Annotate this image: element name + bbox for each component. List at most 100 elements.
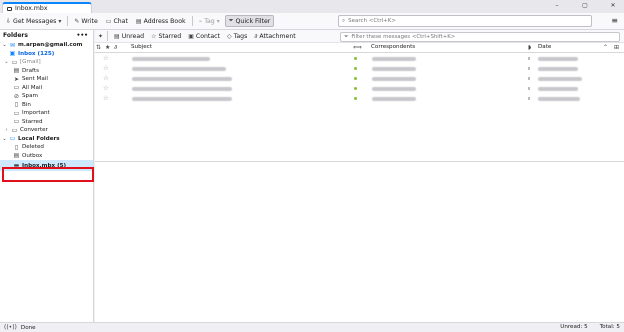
pin-icon[interactable]: ✦ xyxy=(98,33,103,40)
tab-inbox-mbx[interactable]: Inbox.mbx xyxy=(2,2,92,13)
sidebar-item-spam[interactable]: ⊘ Spam xyxy=(0,92,93,101)
search-icon: ⌕ xyxy=(342,17,346,24)
message-preview-divider[interactable] xyxy=(95,161,624,162)
star-column-icon[interactable]: ★ xyxy=(105,44,110,51)
read-status-column-icon[interactable]: ⟺ xyxy=(353,44,362,51)
date-blurred xyxy=(538,56,578,61)
sidebar-item-converter[interactable]: › ▭ Converter xyxy=(0,126,93,135)
subject-blurred xyxy=(132,76,232,81)
sidebar-item-label: [Gmail] xyxy=(20,59,41,66)
get-messages-button[interactable]: ⇩ Get Messages ▾ xyxy=(3,15,64,27)
unread-label: Unread xyxy=(121,32,145,40)
unread-dot[interactable] xyxy=(354,76,357,80)
subject-column-header[interactable]: Subject xyxy=(131,44,152,50)
quick-filter-label: Quick Filter xyxy=(235,17,271,25)
filter-icon: ⏷ xyxy=(228,17,234,24)
get-messages-label: Get Messages xyxy=(13,17,57,25)
correspondents-column-header[interactable]: Correspondents xyxy=(371,44,415,50)
star-icon[interactable]: ☆ xyxy=(103,84,109,92)
junk-status-icon[interactable] xyxy=(528,96,530,100)
search-input[interactable]: ⌕ Search <Ctrl+K> xyxy=(338,15,592,27)
table-row[interactable]: ☆ xyxy=(95,83,624,93)
sort-ascending-icon[interactable]: ⌃ xyxy=(603,44,608,51)
status-text: Done xyxy=(20,324,36,331)
message-pane: ✦ ▤ Unread ☆ Starred ▣ Contact ◇ Tags ∂ … xyxy=(95,30,624,322)
toolbar-divider xyxy=(191,16,193,26)
table-row[interactable]: ☆ xyxy=(95,93,624,103)
star-icon[interactable]: ☆ xyxy=(103,64,109,72)
sidebar-item-important[interactable]: ▭ Important xyxy=(0,109,93,118)
contact-filter-button[interactable]: ▣ Contact xyxy=(186,31,222,41)
sidebar-item-gmail[interactable]: ⌄ ▭ [Gmail] xyxy=(0,58,93,67)
junk-status-icon[interactable] xyxy=(528,66,530,70)
table-row[interactable]: ☆ xyxy=(95,53,624,63)
attachment-column-icon[interactable]: ∂ xyxy=(114,44,117,51)
filter-messages-input[interactable]: ⏷ Filter these messages <Ctrl+Shift+K> xyxy=(340,32,620,42)
chat-icon: ▭ xyxy=(105,17,112,25)
maximize-button[interactable]: ▢ xyxy=(580,2,590,9)
junk-status-icon[interactable] xyxy=(528,86,530,90)
sidebar-item-label: Local Folders xyxy=(18,135,60,142)
minimize-button[interactable]: – xyxy=(552,2,562,9)
table-row[interactable]: ☆ xyxy=(95,73,624,83)
star-icon[interactable]: ☆ xyxy=(103,74,109,82)
menu-icon[interactable]: ≡ xyxy=(611,16,618,25)
sidebar-item-all-mail[interactable]: ▭ All Mail xyxy=(0,84,93,93)
sidebar-item-starred[interactable]: ▭ Starred xyxy=(0,118,93,127)
sidebar-item-inbox[interactable]: ▣ Inbox (125) xyxy=(0,50,93,59)
sidebar-item-label: Sent Mail xyxy=(22,76,48,83)
chevron-down-icon[interactable]: ⌄ xyxy=(4,59,9,65)
chat-button[interactable]: ▭ Chat xyxy=(103,15,131,27)
table-row[interactable]: ☆ xyxy=(95,63,624,73)
sidebar-item-outbox[interactable]: ▤ Outbox xyxy=(0,152,93,161)
tag-label: Tag xyxy=(204,17,215,25)
chevron-down-icon[interactable]: ⌄ xyxy=(2,136,7,142)
sidebar-item-bin[interactable]: ▯ Bin xyxy=(0,101,93,110)
unread-filter-button[interactable]: ▤ Unread xyxy=(112,31,146,41)
star-icon[interactable]: ☆ xyxy=(103,54,109,62)
junk-status-icon[interactable] xyxy=(528,76,530,80)
sidebar-item-deleted[interactable]: ▯ Deleted xyxy=(0,143,93,152)
unread-dot[interactable] xyxy=(354,66,357,70)
sidebar-item-sent-mail[interactable]: ➤ Sent Mail xyxy=(0,75,93,84)
download-icon: ⇩ xyxy=(6,17,12,25)
write-button[interactable]: ✎ Write xyxy=(71,15,100,27)
unread-count: (125) xyxy=(37,50,55,57)
sidebar-item-local-folders[interactable]: ⌄ ▭ Local Folders xyxy=(0,135,93,144)
folder-icon: ▭ xyxy=(11,126,18,134)
message-list-header: ⇅ ★ ∂ Subject ⟺ Correspondents ◗ Date ⌃ … xyxy=(95,43,624,53)
filter-icon: ⏷ xyxy=(344,33,349,40)
chevron-down-icon[interactable]: ⌄ xyxy=(2,42,7,48)
close-button[interactable]: ✕ xyxy=(608,2,618,9)
correspondent-blurred xyxy=(372,96,416,101)
date-blurred xyxy=(538,86,578,91)
account-item[interactable]: ⌄ ✉ m.arpan@gmail.com xyxy=(0,41,93,50)
chevron-right-icon[interactable]: › xyxy=(4,127,9,133)
tag-button[interactable]: ⌁ Tag ▾ xyxy=(196,15,223,27)
sidebar-item-label: Drafts xyxy=(22,67,40,74)
tags-filter-button[interactable]: ◇ Tags xyxy=(225,31,249,41)
contact-icon: ▣ xyxy=(188,32,194,40)
unread-dot[interactable] xyxy=(354,96,357,100)
unread-icon: ▤ xyxy=(114,32,120,40)
starred-filter-button[interactable]: ☆ Starred xyxy=(149,31,183,41)
sidebar-item-drafts[interactable]: ▤ Drafts xyxy=(0,67,93,76)
thread-column-icon[interactable]: ⇅ xyxy=(96,44,101,51)
quick-filter-button[interactable]: ⏷ Quick Filter xyxy=(224,15,275,27)
address-book-button[interactable]: ▤ Address Book xyxy=(133,15,189,27)
more-options-icon[interactable]: ••• xyxy=(76,32,88,39)
junk-status-icon[interactable] xyxy=(528,56,530,60)
attachment-filter-button[interactable]: ∂ Attachment xyxy=(252,31,297,41)
unread-dot[interactable] xyxy=(354,56,357,60)
main-toolbar: ⇩ Get Messages ▾ ✎ Write ▭ Chat ▤ Addres… xyxy=(0,13,624,30)
chevron-down-icon[interactable]: ▾ xyxy=(58,18,61,25)
contact-label: Contact xyxy=(195,32,220,40)
date-blurred xyxy=(538,96,580,101)
column-picker-icon[interactable]: ⊞ xyxy=(614,44,619,51)
chat-label: Chat xyxy=(113,17,128,25)
window-controls: – ▢ ✕ xyxy=(552,2,618,9)
date-column-header[interactable]: Date xyxy=(538,44,551,50)
unread-dot[interactable] xyxy=(354,86,357,90)
junk-column-icon[interactable]: ◗ xyxy=(528,44,531,51)
star-icon[interactable]: ☆ xyxy=(103,94,109,102)
